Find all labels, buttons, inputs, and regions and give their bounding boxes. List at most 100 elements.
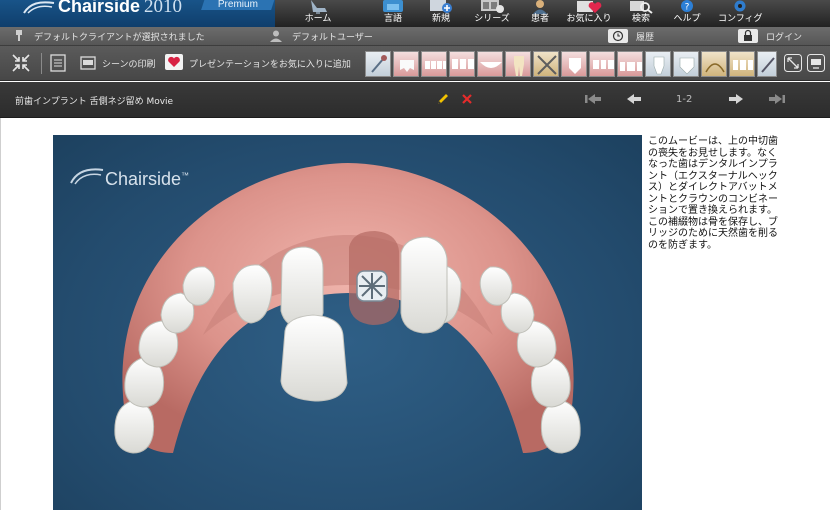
- nav-favorites-button[interactable]: お気に入り: [565, 0, 613, 27]
- dental-arch-illustration: [114, 163, 581, 454]
- dental-tool-icon: [371, 55, 387, 73]
- tools-bar: シーンの印刷 プレゼンテーションをお気に入りに追加: [0, 46, 830, 81]
- next-page-icon[interactable]: [728, 92, 744, 106]
- print-icon: [80, 56, 96, 70]
- print-scene-button[interactable]: シーンの印刷: [80, 54, 158, 72]
- floss-icon: [705, 63, 725, 73]
- nav-patient-button[interactable]: 患者: [526, 0, 554, 27]
- scene-thumbnail[interactable]: [533, 51, 559, 77]
- first-page-icon[interactable]: [584, 92, 602, 106]
- presentation-title-bar: 前歯インプラント 舌側ネジ留め Movie 1-2: [0, 82, 830, 118]
- teeth-row-icon: [733, 60, 753, 70]
- add-to-favorites-button[interactable]: プレゼンテーションをお気に入りに追加: [165, 54, 351, 72]
- lock-icon: [738, 29, 758, 43]
- implant-crown: [280, 314, 348, 402]
- page-icon[interactable]: [50, 54, 66, 72]
- edit-pencil-icon[interactable]: [436, 92, 450, 106]
- print-scene-label: シーンの印刷: [102, 60, 156, 70]
- pin-icon: [16, 30, 22, 41]
- login-label: ログイン: [766, 33, 803, 43]
- edition-label: Premium: [217, 0, 258, 10]
- tooth-icon: [679, 57, 695, 75]
- page-indicator: 1-2: [676, 94, 693, 105]
- fullscreen-icon[interactable]: [784, 54, 802, 72]
- scene-thumbnail[interactable]: [477, 51, 503, 77]
- nav-label: ヘルプ: [673, 14, 701, 24]
- nav-home-button[interactable]: ホーム: [297, 0, 339, 27]
- movie-player[interactable]: Chairside™: [53, 135, 642, 510]
- collapse-icon[interactable]: [12, 54, 30, 72]
- scene-thumbnail[interactable]: [365, 51, 391, 77]
- scene-thumbnail[interactable]: [645, 51, 671, 77]
- chairside-logo-icon: [23, 1, 55, 14]
- nav-label: シリーズ: [474, 14, 510, 24]
- scene-thumbnail[interactable]: [505, 51, 531, 77]
- dentist-chair-icon: [311, 0, 327, 14]
- new-presentation-icon: [430, 0, 452, 13]
- main-content: Chairside™ このムービーは、上の中切歯の喪失をお見せします。なくなった…: [0, 118, 830, 510]
- scene-thumbnail[interactable]: [561, 51, 587, 77]
- nav-label: お気に入り: [566, 14, 612, 24]
- help-icon: ?: [681, 0, 693, 13]
- previous-page-icon[interactable]: [626, 92, 642, 106]
- nav-series-button[interactable]: シリーズ: [474, 0, 510, 27]
- teeth-row-icon: [425, 61, 446, 69]
- teeth-row-icon: [452, 59, 474, 69]
- nav-config-button[interactable]: コンフィグ: [718, 0, 763, 27]
- scene-thumbnail[interactable]: [617, 51, 643, 77]
- clock-icon: [608, 29, 628, 43]
- tooth-root-icon: [514, 56, 524, 76]
- heart-icon: [577, 1, 602, 13]
- scene-thumbnail[interactable]: [729, 51, 755, 77]
- nav-help-button[interactable]: ? ヘルプ: [672, 0, 702, 27]
- central-incisor-right: [400, 236, 448, 334]
- dental-implant: [356, 270, 388, 302]
- scene-thumbnail[interactable]: [393, 51, 419, 77]
- crossed-tool-icon: [537, 55, 557, 75]
- teeth-row-icon: [620, 62, 642, 71]
- nav-label: 新規: [431, 14, 450, 24]
- nav-label: コンフィグ: [718, 14, 763, 24]
- search-icon: [630, 1, 653, 14]
- presentation-mode-icon[interactable]: [807, 54, 825, 72]
- scene-thumbnail[interactable]: [701, 51, 727, 77]
- tooth-icon: [569, 58, 581, 74]
- teeth-row-icon: [593, 60, 614, 69]
- scene-thumbnail[interactable]: [589, 51, 615, 77]
- delete-x-icon[interactable]: [461, 92, 473, 106]
- presentation-title: 前歯インプラント 舌側ネジ留め Movie: [15, 97, 174, 107]
- scene-thumbnail[interactable]: [673, 51, 699, 77]
- top-navigation-bar: Chairside 2010 Premium ホーム 言語 新規 シリーズ 患者: [0, 0, 830, 27]
- language-globe-icon: [383, 0, 403, 12]
- nav-language-button[interactable]: 言語: [376, 0, 410, 27]
- film-series-icon: [481, 0, 504, 13]
- selected-client-text: デフォルトクライアントが選択されました: [34, 33, 205, 43]
- nav-new-button[interactable]: 新規: [426, 0, 456, 27]
- app-year: 2010: [144, 0, 182, 17]
- svg-text:?: ?: [685, 3, 690, 13]
- nav-label: 言語: [383, 14, 402, 24]
- movie-description: このムービーは、上の中切歯の喪失をお見せします。なくなった歯はデンタルインプラン…: [648, 136, 778, 251]
- edition-badge: Premium: [201, 0, 279, 10]
- nav-label: ホーム: [304, 14, 332, 24]
- gear-icon: [734, 0, 746, 12]
- heart-icon: [165, 54, 183, 70]
- scene-thumbnail[interactable]: [757, 51, 777, 77]
- dental-tool-icon: [761, 57, 775, 73]
- history-button[interactable]: 履歴: [608, 29, 683, 43]
- scene-thumbnail[interactable]: [449, 51, 475, 77]
- app-brand-name: Chairside: [58, 0, 141, 16]
- tooth-icon: [653, 56, 665, 75]
- smile-icon: [480, 62, 502, 68]
- nav-search-button[interactable]: 検索: [624, 0, 658, 27]
- last-page-icon[interactable]: [768, 92, 786, 106]
- scene-thumbnail[interactable]: [421, 51, 447, 77]
- current-user-text: デフォルトユーザー: [292, 33, 373, 43]
- tooth-icon: [400, 60, 414, 72]
- toolbar-divider: [41, 53, 42, 74]
- patient-icon: [533, 0, 547, 14]
- status-bar: デフォルトクライアントが選択されました デフォルトユーザー 履歴 ログイン: [0, 27, 830, 46]
- user-icon: [270, 30, 282, 42]
- add-to-favorites-label: プレゼンテーションをお気に入りに追加: [189, 60, 351, 70]
- login-button[interactable]: ログイン: [738, 29, 818, 43]
